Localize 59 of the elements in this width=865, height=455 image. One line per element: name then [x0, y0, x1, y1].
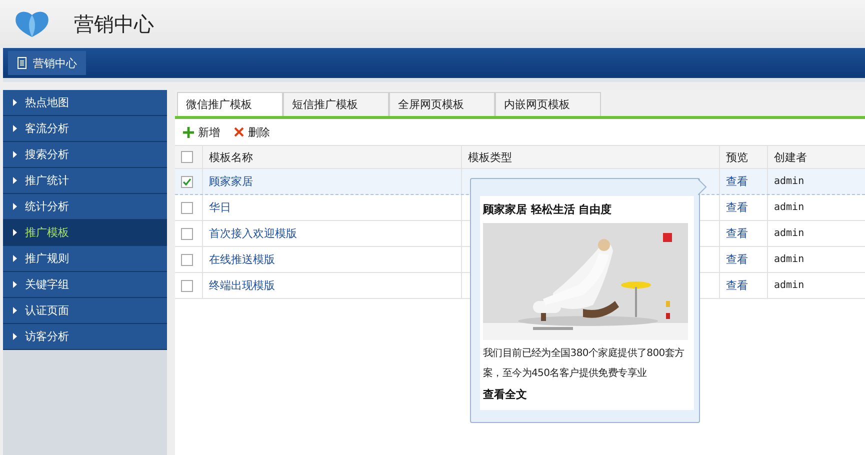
sidebar-item[interactable]: 统计分析 — [3, 194, 167, 220]
close-icon — [234, 127, 244, 137]
template-name-link[interactable]: 终端出现模版 — [209, 278, 275, 293]
table-cell: admin — [774, 202, 804, 213]
sidebar-item[interactable]: 推广统计 — [3, 168, 167, 194]
sidebar-item[interactable]: 推广模板 — [3, 220, 167, 246]
preview-link[interactable]: 查看 — [726, 252, 748, 267]
column-header: 预览 — [726, 150, 748, 164]
sidebar-item[interactable]: 认证页面 — [3, 298, 167, 324]
triangle-icon — [13, 229, 17, 236]
checkbox[interactable] — [181, 228, 193, 240]
checkbox[interactable] — [181, 202, 193, 214]
table-cell: admin — [774, 254, 804, 265]
triangle-icon — [13, 255, 17, 262]
delete-button[interactable]: 删除 — [234, 124, 270, 140]
tab[interactable]: 短信推广模板 — [283, 92, 389, 116]
article-text: 我们目前已经为全国380个家庭提供了800套方案，至今为450名客户提供免费专享业 — [483, 346, 686, 381]
triangle-icon — [13, 281, 17, 288]
tab[interactable]: 微信推广模板 — [177, 92, 283, 116]
tab[interactable]: 内嵌网页模板 — [495, 92, 601, 116]
table-cell: admin — [774, 228, 804, 239]
triangle-icon — [13, 99, 17, 106]
checkbox[interactable] — [181, 176, 193, 188]
triangle-icon — [13, 125, 17, 132]
app-title: 营销中心 — [74, 10, 154, 38]
checkbox[interactable] — [181, 280, 193, 292]
table-cell: admin — [774, 176, 804, 187]
add-button[interactable]: 新增 — [183, 124, 220, 140]
triangle-icon — [13, 333, 17, 340]
document-icon — [17, 57, 27, 69]
triangle-icon — [13, 307, 17, 314]
sidebar-item[interactable]: 搜索分析 — [3, 142, 167, 168]
table-cell: admin — [774, 280, 804, 291]
nav-tab[interactable]: 营销中心 — [8, 51, 86, 75]
template-name-link[interactable]: 顾家家居 — [209, 174, 253, 189]
preview-link[interactable]: 查看 — [726, 278, 748, 293]
plus-icon — [183, 126, 194, 138]
preview-link[interactable]: 查看 — [726, 200, 748, 215]
preview-link[interactable]: 查看 — [726, 226, 748, 241]
triangle-icon — [13, 177, 17, 184]
article-title: 顾家家居 轻松生活 自由度 — [483, 202, 613, 217]
sidebar-item[interactable]: 客流分析 — [3, 116, 167, 142]
sidebar-item[interactable]: 热点地图 — [3, 90, 167, 116]
read-more-link[interactable]: 查看全文 — [483, 387, 690, 402]
sidebar-item[interactable]: 关键字组 — [3, 272, 167, 298]
sidebar-item[interactable]: 推广规则 — [3, 246, 167, 272]
triangle-icon — [13, 151, 17, 158]
checkbox[interactable] — [181, 151, 193, 163]
template-name-link[interactable]: 华日 — [209, 200, 231, 215]
sidebar-item[interactable]: 访客分析 — [3, 324, 167, 350]
preview-link[interactable]: 查看 — [726, 174, 748, 189]
column-header: 模板名称 — [209, 150, 253, 164]
checkbox[interactable] — [181, 254, 193, 266]
tab[interactable]: 全屏网页模板 — [389, 92, 495, 116]
column-header: 模板类型 — [468, 150, 512, 164]
column-header: 创建者 — [774, 150, 807, 164]
triangle-icon — [13, 203, 17, 210]
template-name-link[interactable]: 在线推送模版 — [209, 252, 275, 267]
template-name-link[interactable]: 首次接入欢迎模版 — [209, 226, 297, 241]
